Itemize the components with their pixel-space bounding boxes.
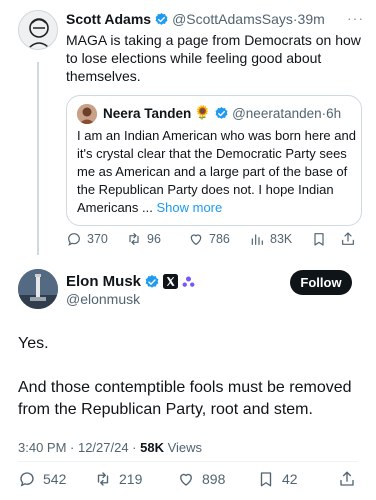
quoted-tweet-card[interactable]: Neera Tanden 🌻 @neeratanden · 6h I am an…	[66, 95, 362, 226]
timestamp: 6h	[326, 105, 342, 121]
like-count: 786	[209, 232, 230, 246]
timestamp[interactable]: 3:40 PM · 12/27/24 ·	[18, 440, 140, 455]
tweet-actions: 370 96 786 83K	[66, 229, 362, 249]
views-count: 83K	[270, 232, 293, 246]
views-label: Views	[163, 440, 203, 455]
reply-button[interactable]: 370	[66, 229, 108, 249]
like-icon	[190, 234, 202, 245]
repost-button[interactable]: 96	[126, 229, 161, 249]
divider	[18, 461, 358, 462]
author-handle: @neeratanden	[232, 105, 322, 121]
thread-connector	[37, 62, 39, 255]
like-button[interactable]: 786	[188, 229, 230, 249]
reply-icon	[20, 472, 34, 487]
views-icon	[251, 234, 263, 245]
sunflower-emoji: 🌻	[194, 105, 212, 120]
more-options-icon[interactable]: ···	[347, 10, 364, 26]
quote-text: I am an Indian American who was born her…	[77, 127, 357, 217]
bookmark-button[interactable]: 42	[257, 469, 298, 489]
bookmark-icon	[260, 472, 272, 487]
tweet-actions: 542 219 898 42	[18, 469, 358, 491]
share-icon	[342, 232, 354, 245]
views-button[interactable]: 83K	[249, 229, 292, 249]
bookmark-icon	[314, 233, 324, 246]
tweet-paragraph: And those contemptible fools must be rem…	[18, 379, 352, 418]
quote-header: Neera Tanden 🌻 @neeratanden · 6h	[103, 105, 341, 121]
tweet-text: MAGA is taking a page from Democrats on …	[66, 32, 361, 84]
verified-icon	[215, 106, 228, 119]
tweet-meta: 3:40 PM · 12/27/24 · 58K Views	[18, 440, 202, 455]
tweet-paragraph: Yes.	[18, 335, 49, 352]
repost-button[interactable]: 219	[94, 469, 142, 489]
like-icon	[180, 473, 192, 486]
verified-icon	[155, 12, 168, 25]
author-name[interactable]: Elon Musk	[66, 273, 141, 290]
repost-icon	[97, 472, 109, 486]
author-handle[interactable]: @elonmusk	[66, 291, 140, 307]
reply-count: 370	[87, 232, 108, 246]
share-button[interactable]	[338, 469, 363, 489]
author-handle[interactable]: @ScottAdamsSays	[172, 11, 293, 27]
x-affiliate-icon[interactable]	[163, 274, 179, 289]
timestamp[interactable]: 39m	[298, 11, 325, 27]
repost-count: 96	[147, 232, 161, 246]
author-name[interactable]: Scott Adams	[66, 11, 151, 27]
verified-icon	[145, 274, 159, 288]
views-count: 58K	[140, 440, 164, 455]
reply-button[interactable]: 542	[18, 469, 66, 489]
repost-icon	[129, 233, 139, 245]
tweet-header: Elon Musk	[66, 273, 196, 290]
share-icon	[340, 471, 354, 486]
bookmark-button[interactable]	[311, 229, 332, 249]
like-count: 898	[202, 471, 226, 487]
avatar	[77, 104, 97, 124]
show-more-link[interactable]: Show more	[156, 200, 222, 215]
avatar[interactable]	[18, 269, 58, 309]
tweet-header: Scott Adams @ScottAdamsSays · 39m	[66, 11, 325, 27]
follow-button[interactable]: Follow	[290, 270, 352, 295]
bookmark-count: 42	[282, 471, 298, 487]
tweet-text: Yes. And those contemptible fools must b…	[18, 333, 358, 421]
repost-count: 219	[119, 471, 143, 487]
avatar[interactable]	[18, 10, 58, 50]
grok-icon	[182, 276, 195, 287]
reply-icon	[68, 233, 80, 246]
author-name: Neera Tanden	[103, 105, 192, 121]
like-button[interactable]: 898	[177, 469, 225, 489]
share-button[interactable]	[340, 229, 361, 249]
reply-count: 542	[43, 471, 67, 487]
